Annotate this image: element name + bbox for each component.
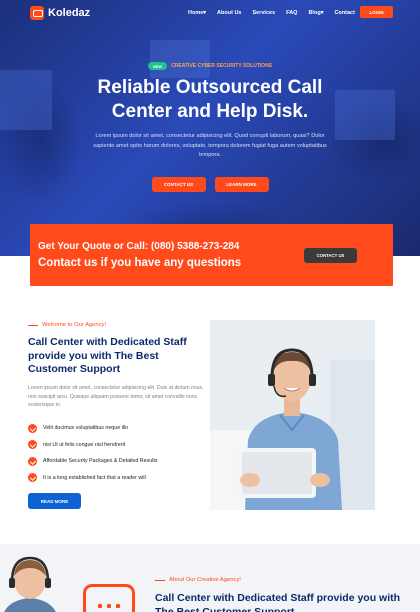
hero-badge-row: NEW CREATIVE CYBER SECURITY SOLUTIONS [0,62,420,70]
about-section: Welcome to Our Agency! Call Center with … [0,286,420,544]
login-button[interactable]: LOGIN [360,6,393,18]
read-more-button[interactable]: READ MORE [28,493,81,509]
new-badge: NEW [147,62,168,70]
check-icon [28,473,37,483]
nav-item-home[interactable]: Home▾ [188,10,206,16]
agency-section: About Our Creative Agency! Call Center w… [0,544,420,612]
about-description: Lorem ipsum dolor sit amet, consectetur … [28,385,204,408]
chat-dot [116,604,120,608]
hero-section: Koledaz Home▾ About Us Services FAQ Blog… [0,0,420,256]
hero-tagline: CREATIVE CYBER SECURITY SOLUTIONS [171,63,273,69]
list-item: Affordable Security Packages & Detailed … [28,453,208,470]
hero-title: Reliable Outsourced Call Center and Help … [97,77,323,122]
agent-illustration [210,320,375,510]
chat-bubble-icon [83,584,135,612]
quote-contact-button[interactable]: CONTACT US [304,248,357,263]
list-item: It is a long established fact that a rea… [28,470,208,487]
quote-cta-line: Contact us if you have any questions [38,257,242,269]
nav-item-about[interactable]: About Us [217,10,241,16]
about-kicker: Welcome to Our Agency! [28,322,106,328]
chat-dot [98,604,102,608]
agent-portrait [4,556,56,612]
hero-learn-more-button[interactable]: LEARN MORE [214,177,269,192]
list-item: Velit ducimus voluptatibus neque illo [28,420,208,437]
nav-item-blog[interactable]: Blog▾ [308,10,323,16]
chat-logo-icon [30,6,44,20]
brand-logo[interactable]: Koledaz [30,6,90,20]
top-navbar: Koledaz Home▾ About Us Services FAQ Blog… [0,0,420,26]
quote-bar: Get Your Quote or Call: (080) 5388-273-2… [30,224,393,286]
agent-photo [210,320,375,510]
hero-description: Lorem ipsum dolor sit amet, consectetur … [93,133,327,158]
main-menu: Home▾ About Us Services FAQ Blog▾ Contac… [188,10,355,16]
kicker-line [155,579,165,581]
agency-kicker: About Our Creative Agency! [155,577,241,583]
hero-contact-button[interactable]: CONTACT US [151,177,206,192]
agency-title: Call Center with Dedicated Staff provide… [155,592,401,612]
about-title: Call Center with Dedicated Staff provide… [28,336,187,375]
check-icon [28,423,37,433]
check-icon [28,456,37,466]
nav-item-faq[interactable]: FAQ [286,10,297,16]
nav-item-services[interactable]: Services [253,10,276,16]
kicker-line [28,324,38,326]
brand-name: Koledaz [48,7,91,19]
quote-phone-line: Get Your Quote or Call: (080) 5388-273-2… [38,241,240,252]
nav-item-contact[interactable]: Contact [334,10,354,16]
check-icon [28,440,37,450]
hero-buttons: CONTACT US LEARN MORE [0,177,420,192]
hero-monitor-mid [150,40,210,78]
chat-dot [107,604,111,608]
list-item: nisi Ut ut felis congue nisl hendrerit [28,437,208,454]
feature-list: Velit ducimus voluptatibus neque illo ni… [28,420,208,486]
